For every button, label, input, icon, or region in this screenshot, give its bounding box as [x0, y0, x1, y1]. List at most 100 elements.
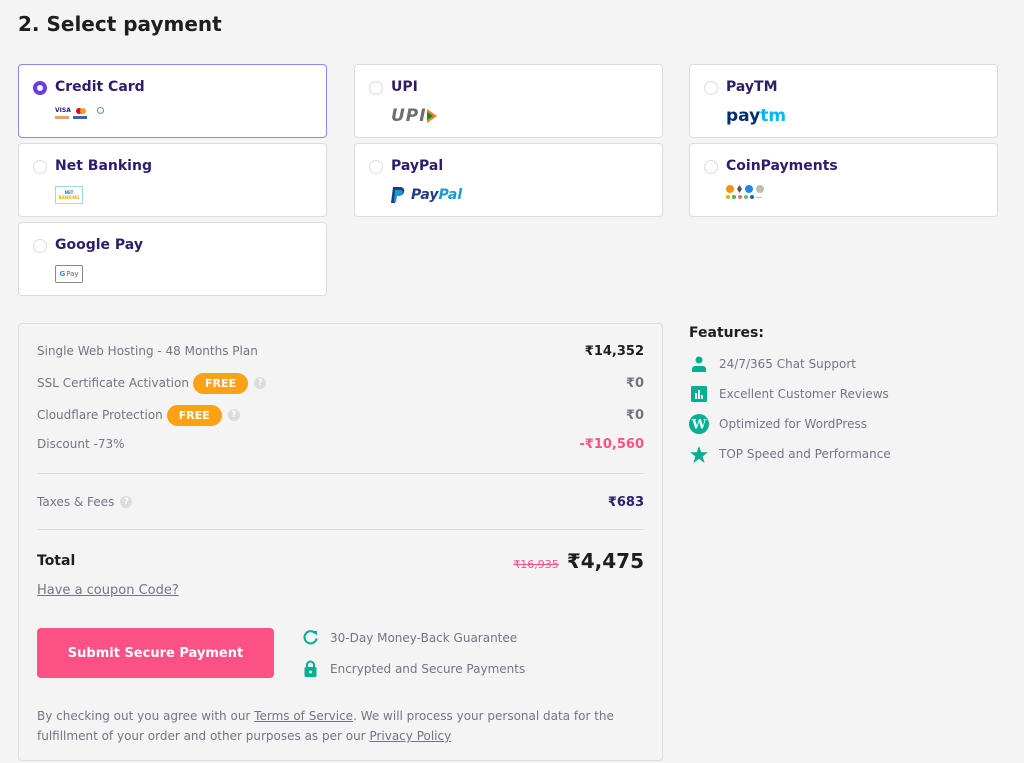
- paypal-text-pay: Pay: [411, 187, 439, 203]
- feature-item: Excellent Customer Reviews: [689, 379, 891, 409]
- paytm-logo-pay: pay: [726, 106, 761, 126]
- paypal-p-icon: [391, 186, 405, 203]
- coin-icon: [750, 195, 754, 199]
- guarantee-text: 30-Day Money-Back Guarantee: [330, 630, 518, 645]
- radio-credit-card[interactable]: [33, 81, 47, 95]
- summary-row-ssl: SSL Certificate Activation FREE ? ₹0: [37, 371, 644, 395]
- payment-option-label: Credit Card: [55, 79, 145, 95]
- refresh-icon: [303, 630, 318, 645]
- feature-text: Optimized for WordPress: [719, 417, 867, 431]
- radio-paytm[interactable]: [704, 81, 718, 95]
- svg-text:W: W: [691, 418, 707, 433]
- radio-coinpayments[interactable]: [704, 160, 718, 174]
- summary-row-plan: Single Web Hosting - 48 Months Plan ₹14,…: [37, 342, 644, 360]
- features-title: Features:: [689, 325, 764, 341]
- feature-text: TOP Speed and Performance: [719, 447, 891, 461]
- feature-item: 24/7/365 Chat Support: [689, 349, 891, 379]
- total-label: Total: [37, 553, 76, 569]
- help-icon[interactable]: ?: [253, 377, 266, 389]
- radio-paypal[interactable]: [369, 160, 383, 174]
- feature-text: 24/7/365 Chat Support: [719, 357, 857, 371]
- free-badge: FREE: [192, 372, 248, 394]
- radio-upi[interactable]: [369, 81, 383, 95]
- summary-item-label: Cloudflare Protection: [37, 408, 163, 422]
- discover-logo: [55, 116, 69, 119]
- gpay-text: Pay: [66, 270, 79, 278]
- payment-option-upi[interactable]: UPI UPI: [354, 64, 663, 138]
- payment-option-google-pay[interactable]: Google Pay G Pay: [18, 222, 327, 296]
- upi-logo-text: UPI: [391, 106, 427, 126]
- summary-item-value: ₹14,352: [584, 343, 644, 359]
- summary-row-total: Total ₹16,935 ₹4,475: [37, 548, 644, 574]
- summary-item-value: ₹0: [625, 407, 644, 423]
- summary-item-label: SSL Certificate Activation: [37, 376, 189, 390]
- diners-logo: [96, 107, 104, 114]
- guarantee-text: Encrypted and Secure Payments: [330, 661, 526, 676]
- discount-value: -₹10,560: [579, 436, 644, 452]
- summary-row-discount: Discount -73% -₹10,560: [37, 435, 644, 453]
- payment-option-label: UPI: [391, 79, 418, 95]
- net-banking-logo: NET BANKING: [55, 184, 83, 206]
- coin-more: [756, 197, 762, 198]
- guarantee-money-back: 30-Day Money-Back Guarantee: [303, 630, 517, 645]
- payment-option-label: Net Banking: [55, 158, 152, 174]
- user-icon: [692, 356, 706, 372]
- chart-icon: [691, 386, 707, 402]
- paypal-logo: Pay Pal: [391, 184, 462, 206]
- lock-icon: [304, 660, 317, 677]
- payment-option-credit-card[interactable]: Credit Card VISA: [18, 64, 327, 138]
- star-icon: [690, 445, 708, 463]
- visa-logo: VISA: [55, 107, 71, 114]
- summary-row-cloudflare: Cloudflare Protection FREE ? ₹0: [37, 403, 644, 427]
- rupay-logo: [73, 116, 87, 119]
- summary-item-label: Discount -73%: [37, 437, 125, 451]
- legal-text-part: By checking out you agree with our: [37, 709, 255, 723]
- card-brands-logo: VISA: [55, 107, 104, 129]
- upi-arrow-icon: [426, 109, 437, 123]
- feature-text: Excellent Customer Reviews: [719, 387, 889, 401]
- xrp-icon: [745, 185, 753, 193]
- section-title: 2. Select payment: [18, 12, 222, 36]
- wordpress-icon: W: [689, 414, 709, 434]
- payment-option-paypal[interactable]: PayPal Pay Pal: [354, 143, 663, 217]
- feature-item: W Optimized for WordPress: [689, 409, 891, 439]
- radio-net-banking[interactable]: [33, 160, 47, 174]
- coin-icon: [738, 195, 742, 199]
- free-badge: FREE: [166, 404, 222, 426]
- gpay-g: G: [59, 270, 66, 278]
- summary-item-label: Single Web Hosting - 48 Months Plan: [37, 344, 258, 358]
- payment-option-net-banking[interactable]: Net Banking NET BANKING: [18, 143, 327, 217]
- gpay-logo: G Pay: [55, 263, 83, 285]
- banking-text: BANKING: [58, 195, 80, 200]
- paytm-logo: pay tm: [726, 105, 786, 127]
- feature-item: TOP Speed and Performance: [689, 439, 891, 469]
- coin-icon: [732, 195, 736, 199]
- guarantee-encrypted: Encrypted and Secure Payments: [303, 660, 525, 677]
- summary-row-taxes: Taxes & Fees ? ₹683: [37, 493, 644, 511]
- divider: [37, 473, 644, 474]
- payment-option-coinpayments[interactable]: CoinPayments: [689, 143, 998, 217]
- radio-google-pay[interactable]: [33, 239, 47, 253]
- legal-text: By checking out you agree with our Terms…: [37, 706, 647, 746]
- taxes-label: Taxes & Fees: [37, 495, 115, 509]
- upi-logo: UPI: [391, 105, 437, 127]
- payment-option-label: PayTM: [726, 79, 778, 95]
- help-icon[interactable]: ?: [227, 409, 240, 421]
- bitcoin-icon: [726, 185, 734, 193]
- ethereum-icon: [737, 185, 742, 193]
- coin-icon: [744, 195, 748, 199]
- payment-option-paytm[interactable]: PayTM pay tm: [689, 64, 998, 138]
- payment-option-label: PayPal: [391, 158, 444, 174]
- paytm-logo-tm: tm: [760, 106, 787, 126]
- taxes-value: ₹683: [607, 494, 644, 510]
- divider: [37, 529, 644, 530]
- mastercard-logo: [75, 107, 86, 114]
- paypal-text-pal: Pal: [438, 187, 463, 203]
- submit-payment-button[interactable]: Submit Secure Payment: [37, 628, 274, 678]
- privacy-policy-link[interactable]: Privacy Policy: [369, 729, 451, 743]
- help-icon[interactable]: ?: [120, 496, 133, 508]
- total-price: ₹4,475: [566, 549, 644, 573]
- coupon-link[interactable]: Have a coupon Code?: [37, 583, 179, 598]
- payment-option-label: CoinPayments: [726, 158, 838, 174]
- terms-of-service-link[interactable]: Terms of Service: [254, 709, 353, 723]
